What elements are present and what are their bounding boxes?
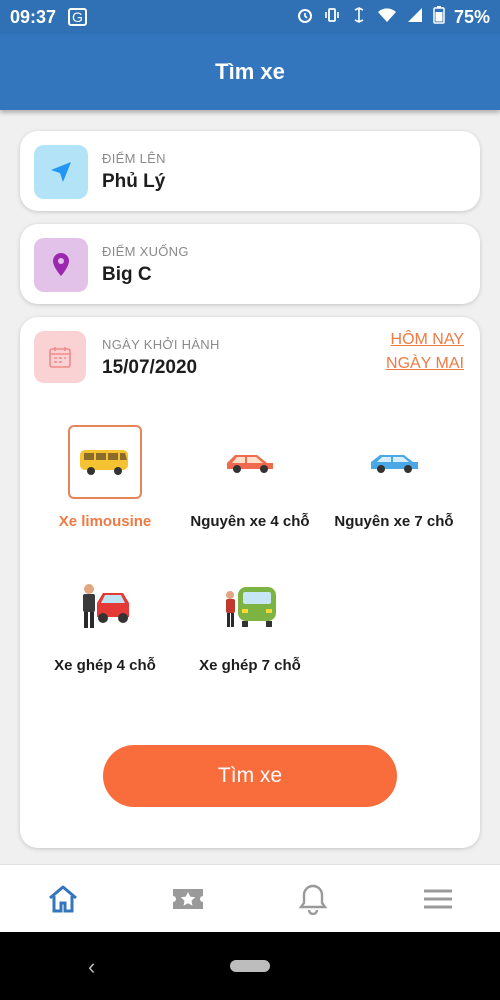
nav-tickets[interactable] xyxy=(125,865,250,932)
vehicle-label: Nguyên xe 4 chỗ xyxy=(190,513,310,530)
pickup-label: ĐIỂM LÊN xyxy=(102,151,166,166)
battery-icon xyxy=(433,5,445,29)
today-link[interactable]: HÔM NAY xyxy=(386,331,464,349)
tomorrow-link[interactable]: NGÀY MAI xyxy=(386,355,464,373)
vehicle-option-private-4[interactable]: Nguyên xe 4 chỗ xyxy=(180,425,320,530)
back-icon[interactable]: ‹ xyxy=(88,954,95,980)
vehicle-option-private-7[interactable]: Nguyên xe 7 chỗ xyxy=(324,425,464,530)
blue-car-icon xyxy=(357,425,431,499)
departure-date[interactable]: 15/07/2020 xyxy=(102,357,197,379)
quick-date-links: HÔM NAY NGÀY MAI xyxy=(386,331,464,379)
home-pill[interactable] xyxy=(230,960,270,972)
nav-notifications[interactable] xyxy=(250,865,375,932)
nav-home[interactable] xyxy=(0,865,125,932)
limousine-van-icon xyxy=(68,425,142,499)
vehicle-label: Xe ghép 7 chỗ xyxy=(199,657,301,674)
vehicle-option-limousine[interactable]: Xe limousine xyxy=(35,425,175,530)
pickup-value: Phủ Lý xyxy=(102,171,166,192)
vehicle-option-shared-7[interactable]: Xe ghép 7 chỗ xyxy=(180,569,320,674)
status-time: 09:37 xyxy=(10,6,57,27)
search-button[interactable]: Tìm xe xyxy=(103,745,397,807)
nav-menu[interactable] xyxy=(375,865,500,932)
date-icon-box[interactable] xyxy=(34,331,86,383)
vehicle-label: Xe limousine xyxy=(58,513,152,530)
trip-options-card: NGÀY KHỞI HÀNH 15/07/2020 HÔM NAY NGÀY M… xyxy=(20,317,480,848)
page-title: Tìm xe xyxy=(215,59,285,84)
calendar-icon xyxy=(49,347,71,368)
app-header: Tìm xe xyxy=(0,34,500,110)
alarm-icon xyxy=(296,6,314,29)
vehicle-label: Xe ghép 4 chỗ xyxy=(54,657,156,674)
status-icons: 75% xyxy=(296,5,490,29)
signal-icon xyxy=(406,6,424,29)
bottom-nav xyxy=(0,864,500,932)
pickup-icon-box xyxy=(34,145,88,199)
home-icon xyxy=(48,885,77,912)
battery-percent: 75% xyxy=(453,6,490,27)
bell-icon xyxy=(298,884,327,915)
map-pin-icon xyxy=(53,253,69,276)
wifi-icon xyxy=(377,6,397,29)
dropoff-icon-box xyxy=(34,238,88,292)
status-bar: 09:37 G 75% xyxy=(0,0,500,34)
ticket-icon xyxy=(172,888,203,909)
shared-car-4-icon xyxy=(68,569,142,643)
vehicle-option-shared-4[interactable]: Xe ghép 4 chỗ xyxy=(35,569,175,674)
vehicle-label: Nguyên xe 7 chỗ xyxy=(334,513,454,530)
translate-icon: G xyxy=(68,8,87,26)
dropoff-label: ĐIỂM XUỐNG xyxy=(102,244,189,259)
vibrate-icon xyxy=(323,6,341,29)
dropoff-value: Big C xyxy=(102,264,152,285)
pickup-card[interactable]: ĐIỂM LÊN Phủ Lý xyxy=(20,131,480,211)
shared-van-7-icon xyxy=(213,569,287,643)
dropoff-card[interactable]: ĐIỂM XUỐNG Big C xyxy=(20,224,480,304)
navigation-arrow-icon xyxy=(51,162,71,182)
data-saver-icon xyxy=(350,6,368,29)
red-car-icon xyxy=(213,425,287,499)
menu-icon xyxy=(423,889,452,908)
departure-label: NGÀY KHỞI HÀNH xyxy=(102,337,220,352)
system-nav-bar: ‹ xyxy=(0,932,500,1000)
